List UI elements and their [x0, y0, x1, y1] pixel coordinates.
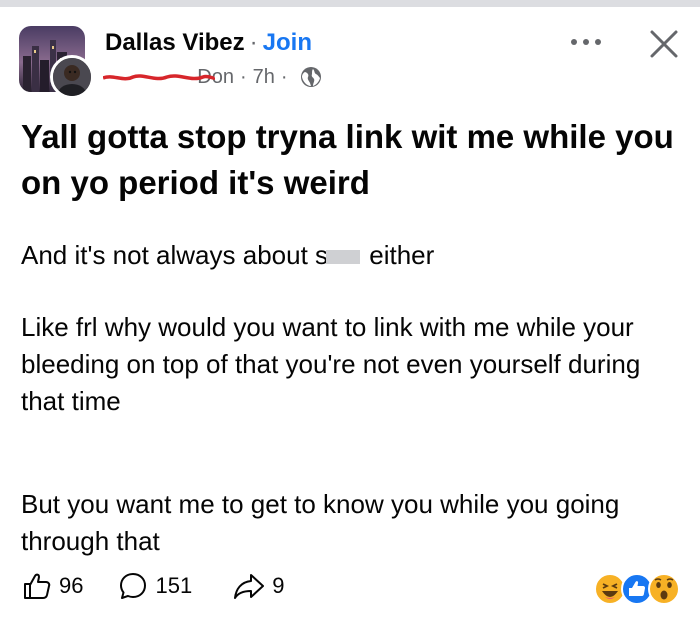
- comment-bubble-icon: [117, 570, 149, 602]
- post-header-title: Dallas Vibez · Join: [105, 27, 312, 59]
- title-separator: ·: [249, 29, 258, 56]
- thumbs-up-icon: [21, 570, 53, 602]
- share-arrow-icon: [232, 570, 266, 602]
- like-button[interactable]: 96: [21, 570, 83, 602]
- haha-reaction-icon: [594, 573, 626, 605]
- meta-separator: ·: [239, 65, 247, 88]
- join-button[interactable]: Join: [263, 29, 312, 57]
- globe-icon[interactable]: [300, 66, 322, 88]
- group-name[interactable]: Dallas Vibez: [105, 29, 245, 57]
- censor-block: [326, 250, 361, 265]
- share-button[interactable]: 9: [232, 570, 284, 602]
- author-redaction: [103, 73, 215, 80]
- like-reaction-icon: [621, 573, 653, 605]
- post-time[interactable]: 7h: [253, 66, 275, 89]
- top-strip: [0, 0, 700, 7]
- post-paragraph-3: But you want me to get to know you while…: [21, 489, 620, 556]
- author-avatar[interactable]: [50, 55, 94, 99]
- post-paragraph-2: Like frl why would you want to link with…: [21, 312, 641, 416]
- paragraph-1-end: either: [362, 240, 435, 270]
- reaction-summary[interactable]: [594, 572, 684, 606]
- like-count: 96: [59, 573, 84, 598]
- post-headline: Yall gotta stop tryna link wit me while …: [21, 118, 674, 201]
- wow-reaction-icon: [648, 573, 680, 605]
- post-paragraph-1: And it's not always about s either: [21, 237, 681, 274]
- more-options-icon[interactable]: [566, 32, 606, 52]
- action-bar: 96 151 9: [21, 566, 284, 606]
- comment-button[interactable]: 151: [117, 570, 192, 602]
- meta-separator-2: ·: [280, 65, 288, 88]
- post-meta: Marcell LeDon · 7h ·: [103, 63, 322, 91]
- paragraph-1-start: And it's not always about s: [21, 240, 329, 270]
- author-name[interactable]: Marcell LeDon: [103, 66, 234, 89]
- comment-count: 151: [155, 573, 193, 598]
- share-count: 9: [272, 573, 285, 598]
- close-icon[interactable]: [648, 28, 680, 60]
